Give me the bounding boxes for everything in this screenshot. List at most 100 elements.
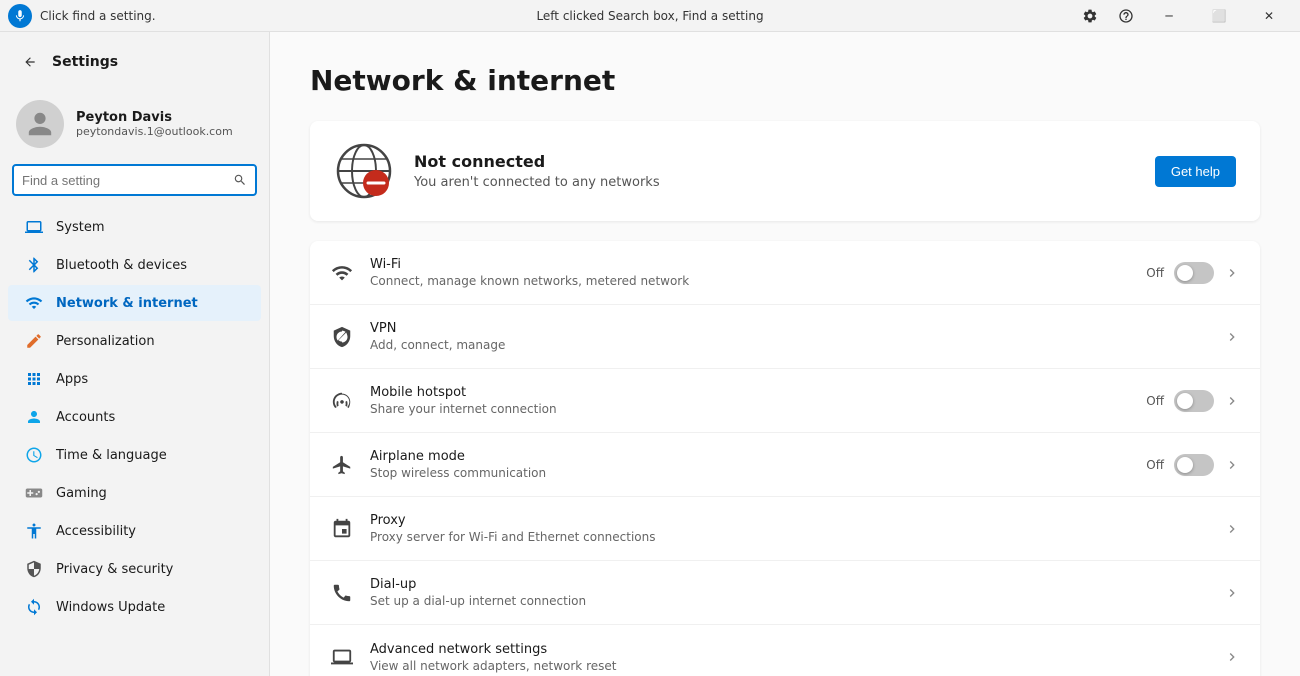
airplane-toggle-label: Off: [1146, 458, 1164, 472]
sidebar-item-accessibility-label: Accessibility: [56, 524, 136, 539]
vpn-item[interactable]: VPN Add, connect, manage: [310, 305, 1260, 369]
search-icon: [233, 173, 247, 187]
advanced-chevron: [1224, 649, 1240, 665]
sidebar-item-privacy-label: Privacy & security: [56, 562, 173, 577]
hotspot-toggle-label: Off: [1146, 394, 1164, 408]
sidebar: Settings Peyton Davis peytondavis.1@outl…: [0, 32, 270, 676]
wifi-icon: [330, 261, 354, 285]
maximize-button[interactable]: ⬜: [1196, 0, 1242, 32]
vpn-title: VPN: [370, 321, 1208, 336]
sidebar-item-gaming[interactable]: Gaming: [8, 475, 261, 511]
page-title: Network & internet: [310, 64, 1260, 97]
gaming-icon: [24, 483, 44, 503]
settings-gear-button[interactable]: [1074, 0, 1106, 32]
advanced-controls: [1224, 649, 1240, 665]
dialup-controls: [1224, 585, 1240, 601]
hotspot-title: Mobile hotspot: [370, 385, 1130, 400]
get-help-button[interactable]: Get help: [1155, 156, 1236, 187]
proxy-controls: [1224, 521, 1240, 537]
dialup-item[interactable]: Dial-up Set up a dial-up internet connec…: [310, 561, 1260, 625]
wifi-item[interactable]: Wi-Fi Connect, manage known networks, me…: [310, 241, 1260, 305]
wifi-toggle-label: Off: [1146, 266, 1164, 280]
vpn-subtitle: Add, connect, manage: [370, 338, 1208, 352]
sidebar-item-accessibility[interactable]: Accessibility: [8, 513, 261, 549]
sidebar-item-network[interactable]: Network & internet: [8, 285, 261, 321]
advanced-text: Advanced network settings View all netwo…: [370, 642, 1208, 673]
dialup-subtitle: Set up a dial-up internet connection: [370, 594, 1208, 608]
sidebar-item-update[interactable]: Windows Update: [8, 589, 261, 625]
wifi-toggle[interactable]: [1174, 262, 1214, 284]
dialup-text: Dial-up Set up a dial-up internet connec…: [370, 577, 1208, 608]
airplane-title: Airplane mode: [370, 449, 1130, 464]
search-input[interactable]: [22, 173, 227, 188]
airplane-item[interactable]: Airplane mode Stop wireless communicatio…: [310, 433, 1260, 497]
sidebar-item-apps[interactable]: Apps: [8, 361, 261, 397]
hotspot-text: Mobile hotspot Share your internet conne…: [370, 385, 1130, 416]
vpn-text: VPN Add, connect, manage: [370, 321, 1208, 352]
title-bar-center-text: Left clicked Search box, Find a setting: [536, 9, 763, 23]
close-button[interactable]: ✕: [1246, 0, 1292, 32]
time-icon: [24, 445, 44, 465]
sidebar-item-update-label: Windows Update: [56, 600, 165, 615]
proxy-subtitle: Proxy server for Wi-Fi and Ethernet conn…: [370, 530, 1208, 544]
hotspot-icon: [330, 389, 354, 413]
dialup-chevron: [1224, 585, 1240, 601]
update-icon: [24, 597, 44, 617]
sidebar-item-time[interactable]: Time & language: [8, 437, 261, 473]
proxy-chevron: [1224, 521, 1240, 537]
advanced-item[interactable]: Advanced network settings View all netwo…: [310, 625, 1260, 676]
accounts-icon: [24, 407, 44, 427]
airplane-toggle[interactable]: [1174, 454, 1214, 476]
banner-title: Not connected: [414, 152, 1135, 171]
sidebar-item-bluetooth-label: Bluetooth & devices: [56, 258, 187, 273]
sidebar-title: Settings: [52, 54, 118, 70]
search-box-wrap: [0, 164, 269, 208]
sidebar-item-bluetooth[interactable]: Bluetooth & devices: [8, 247, 261, 283]
vpn-icon: [330, 325, 354, 349]
back-button[interactable]: [16, 48, 44, 76]
airplane-subtitle: Stop wireless communication: [370, 466, 1130, 480]
proxy-text: Proxy Proxy server for Wi-Fi and Etherne…: [370, 513, 1208, 544]
wifi-title: Wi-Fi: [370, 257, 1130, 272]
sidebar-item-network-label: Network & internet: [56, 296, 198, 311]
sidebar-item-system[interactable]: System: [8, 209, 261, 245]
app-container: Settings Peyton Davis peytondavis.1@outl…: [0, 32, 1300, 676]
bluetooth-icon: [24, 255, 44, 275]
wifi-text: Wi-Fi Connect, manage known networks, me…: [370, 257, 1130, 288]
sidebar-item-accounts-label: Accounts: [56, 410, 115, 425]
vpn-controls: [1224, 329, 1240, 345]
system-icon: [24, 217, 44, 237]
user-info: Peyton Davis peytondavis.1@outlook.com: [76, 110, 233, 138]
sidebar-item-accounts[interactable]: Accounts: [8, 399, 261, 435]
wifi-subtitle: Connect, manage known networks, metered …: [370, 274, 1130, 288]
globe-icon: [334, 141, 394, 201]
proxy-title: Proxy: [370, 513, 1208, 528]
settings-list: Wi-Fi Connect, manage known networks, me…: [310, 241, 1260, 676]
search-box[interactable]: [12, 164, 257, 196]
sidebar-item-personalization-label: Personalization: [56, 334, 155, 349]
wifi-chevron: [1224, 265, 1240, 281]
hotspot-chevron: [1224, 393, 1240, 409]
hotspot-toggle[interactable]: [1174, 390, 1214, 412]
user-profile[interactable]: Peyton Davis peytondavis.1@outlook.com: [0, 92, 269, 164]
proxy-item[interactable]: Proxy Proxy server for Wi-Fi and Etherne…: [310, 497, 1260, 561]
sidebar-item-time-label: Time & language: [56, 448, 167, 463]
sidebar-item-personalization[interactable]: Personalization: [8, 323, 261, 359]
help-button[interactable]: [1110, 0, 1142, 32]
network-icon: [24, 293, 44, 313]
avatar: [16, 100, 64, 148]
vpn-chevron: [1224, 329, 1240, 345]
banner-text: Not connected You aren't connected to an…: [414, 152, 1135, 190]
sidebar-header: Settings: [0, 40, 269, 92]
airplane-controls: Off: [1146, 454, 1240, 476]
privacy-icon: [24, 559, 44, 579]
hotspot-item[interactable]: Mobile hotspot Share your internet conne…: [310, 369, 1260, 433]
advanced-title: Advanced network settings: [370, 642, 1208, 657]
minimize-button[interactable]: ─: [1146, 0, 1192, 32]
mic-icon[interactable]: [8, 4, 32, 28]
hotspot-subtitle: Share your internet connection: [370, 402, 1130, 416]
title-bar-left: Click find a setting.: [8, 4, 156, 28]
sidebar-item-privacy[interactable]: Privacy & security: [8, 551, 261, 587]
advanced-subtitle: View all network adapters, network reset: [370, 659, 1208, 673]
apps-icon: [24, 369, 44, 389]
